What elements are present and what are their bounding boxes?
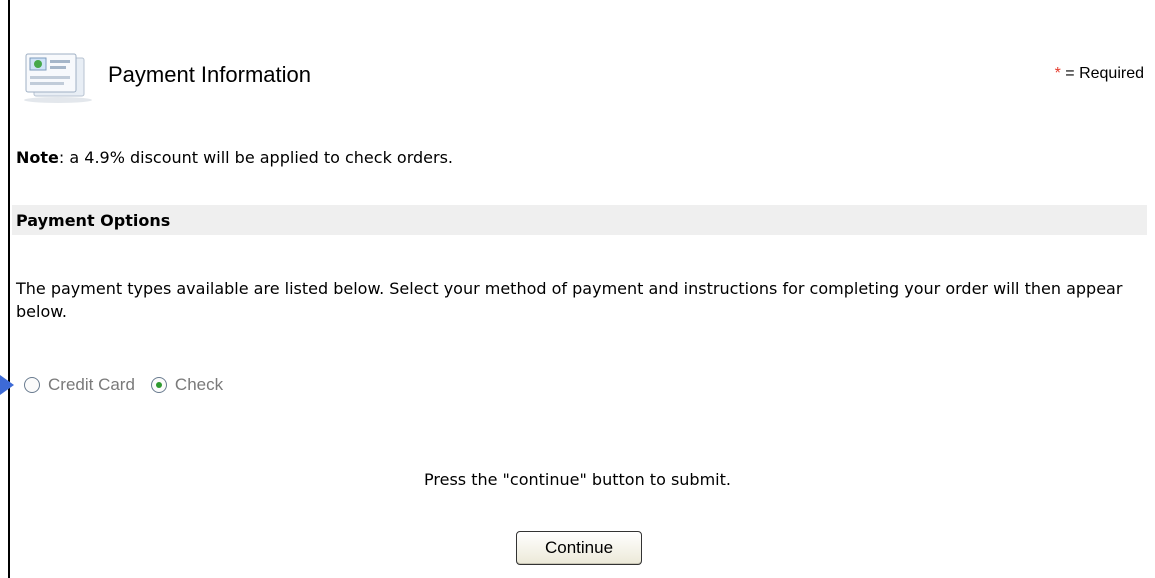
required-star: * bbox=[1054, 65, 1061, 82]
discount-note: Note: a 4.9% discount will be applied to… bbox=[16, 148, 453, 167]
payment-type-radio-group: Credit Card Check bbox=[24, 373, 239, 397]
credit-card-radio[interactable] bbox=[24, 377, 40, 393]
note-label: Note bbox=[16, 148, 59, 167]
payment-options-section-header: Payment Options bbox=[12, 205, 1147, 235]
check-label[interactable]: Check bbox=[175, 375, 223, 395]
credit-card-label[interactable]: Credit Card bbox=[48, 375, 135, 395]
check-radio[interactable] bbox=[150, 377, 167, 393]
pointer-arrow-icon bbox=[0, 375, 14, 395]
left-border bbox=[8, 0, 10, 578]
page-header: Payment Information * = Required bbox=[20, 52, 1150, 106]
page-title: Payment Information bbox=[108, 62, 311, 87]
section-title: Payment Options bbox=[16, 211, 171, 230]
required-text: = Required bbox=[1065, 65, 1144, 82]
payment-description: The payment types available are listed b… bbox=[16, 279, 1123, 321]
radio-selected-dot bbox=[155, 382, 162, 388]
payment-form-icon bbox=[20, 52, 100, 106]
required-legend: * = Required bbox=[1055, 65, 1144, 83]
note-text: : a 4.9% discount will be applied to che… bbox=[58, 148, 454, 167]
continue-button[interactable]: Continue bbox=[516, 531, 642, 565]
submit-instructions: Press the "continue" button to submit. bbox=[424, 470, 731, 489]
